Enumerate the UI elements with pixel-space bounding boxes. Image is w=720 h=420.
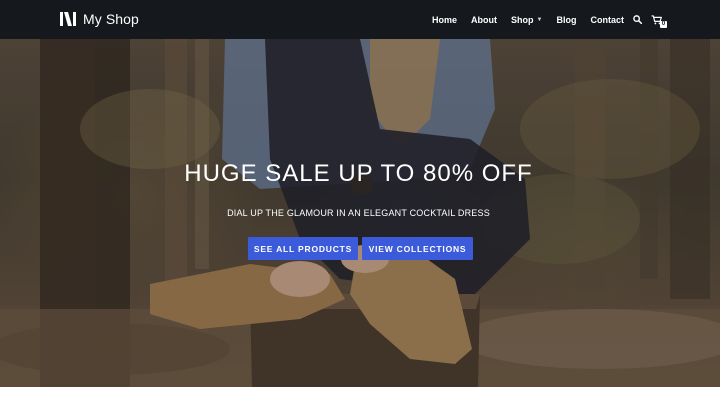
main-nav: Home About Shop ▼ Blog Contact 0 [432,0,667,39]
cart-icon[interactable]: 0 [651,14,667,28]
hero-title: HUGE SALE UP TO 80% OFF [184,160,533,187]
brand[interactable]: My Shop [60,11,139,27]
site-header: My Shop Home About Shop ▼ Blog Contact 0 [0,0,720,39]
search-icon[interactable] [633,15,642,24]
shop-logo-icon [60,12,76,26]
nav-shop-label: Shop [511,14,534,25]
nav-contact[interactable]: Contact [591,15,625,25]
hero-banner: HUGE SALE UP TO 80% OFF DIAL UP THE GLAM… [0,39,720,387]
nav-home[interactable]: Home [432,15,457,25]
view-collections-button[interactable]: VIEW COLLECTIONS [362,237,473,260]
brand-name: My Shop [83,11,139,27]
chevron-down-icon: ▼ [536,16,543,23]
see-all-products-button[interactable]: SEE ALL PRODUCTS [248,237,358,260]
hero-subtitle: DIAL UP THE GLAMOUR IN AN ELEGANT COCKTA… [227,208,490,218]
nav-about[interactable]: About [471,15,497,25]
cart-count-badge: 0 [660,20,667,28]
nav-blog[interactable]: Blog [557,15,577,25]
nav-shop[interactable]: Shop ▼ [511,15,542,25]
